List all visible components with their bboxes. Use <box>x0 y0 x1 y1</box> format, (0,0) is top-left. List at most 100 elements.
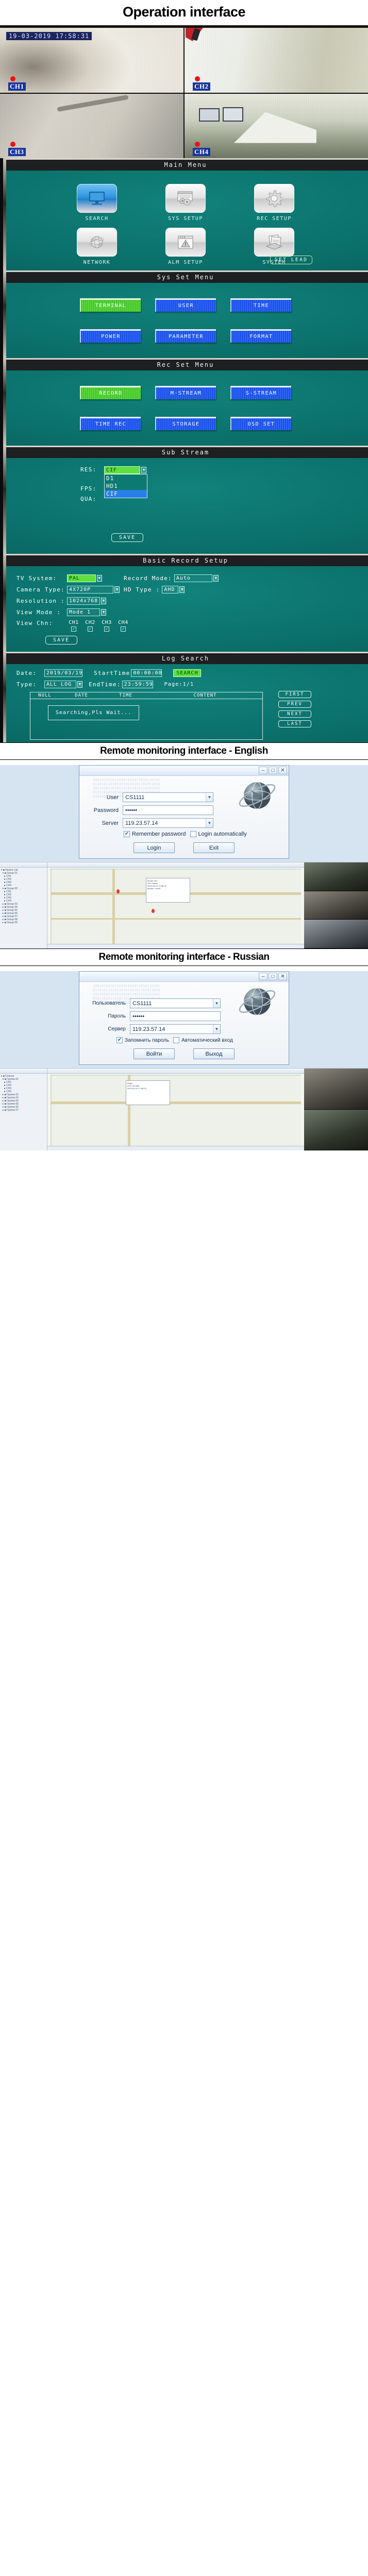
server-input-en[interactable]: 119.23.57.14 ▼ <box>123 818 213 828</box>
map-canvas-ru[interactable]: Инфо CH1 Онлайн 2019-03-19 17:58:31 <box>51 1075 301 1148</box>
main-menu-item-sys-setup[interactable]: SYS SETUP <box>156 184 215 222</box>
rec-button-osd-set[interactable]: OSD SET <box>230 417 291 430</box>
rec-button-m-stream[interactable]: M-STREAM <box>155 386 216 399</box>
chevron-down-icon[interactable]: ▼ <box>97 575 102 582</box>
exit-button-en[interactable]: Exit <box>193 842 235 853</box>
dropdown-option-cif[interactable]: CIF <box>105 490 147 498</box>
chevron-down-icon[interactable]: ▼ <box>206 819 213 827</box>
rec-button-time-rec[interactable]: TIME REC <box>80 417 141 430</box>
camera-pane-ch2[interactable]: CH2 <box>185 28 368 93</box>
set-lead-button[interactable]: SET LEAD <box>270 256 312 264</box>
chevron-down-icon[interactable]: ▼ <box>141 467 146 473</box>
log-endtime-value[interactable]: 23:59:59 <box>122 681 153 688</box>
log-search-button[interactable]: SEARCH <box>173 669 202 677</box>
remember-password-checkbox-en[interactable]: ✔ <box>124 831 130 837</box>
video-tile[interactable] <box>304 1069 368 1110</box>
tree-toolbar-en[interactable] <box>0 862 47 868</box>
password-input-ru[interactable]: •••••• <box>130 1011 221 1021</box>
view-chn-ch1-checkbox[interactable]: ✓ <box>71 626 76 632</box>
chevron-down-icon[interactable]: ▼ <box>101 598 106 604</box>
chevron-down-icon[interactable]: ▼ <box>114 586 120 593</box>
close-icon[interactable]: ✕ <box>278 973 287 980</box>
maximize-icon[interactable]: □ <box>269 973 277 980</box>
sys-button-parameter[interactable]: PARAMETER <box>155 329 216 343</box>
chevron-down-icon[interactable]: ▼ <box>101 609 106 616</box>
auto-login-option-ru[interactable]: Автоматический вход <box>173 1037 233 1043</box>
password-input-en[interactable]: •••••• <box>123 805 213 815</box>
log-nav-last[interactable]: LAST <box>278 720 311 727</box>
log-nav-prev[interactable]: PREV <box>278 701 311 708</box>
map-canvas-en[interactable]: Device Info CH1 Online 2019-03-19 17:58:31… <box>51 869 301 946</box>
map-toolbar-ru[interactable] <box>47 1069 304 1074</box>
main-menu-item-network[interactable]: NETWORK <box>67 228 127 265</box>
video-preview-panel-ru[interactable] <box>304 1069 368 1150</box>
sys-button-time[interactable]: TIME <box>230 298 291 312</box>
view-chn-ch4-checkbox[interactable]: ✓ <box>121 626 126 632</box>
log-nav-first[interactable]: FIRST <box>278 691 311 698</box>
close-icon[interactable]: ✕ <box>278 767 287 774</box>
sub-stream-res-value[interactable]: CIF <box>104 466 140 474</box>
chevron-down-icon[interactable]: ▼ <box>213 1025 220 1033</box>
device-tree-panel-ru[interactable]: ▾ ■ Список ▾ ■ Группа 01 ● CH1 ● CH2 ● C… <box>0 1069 47 1150</box>
video-tile[interactable] <box>304 862 368 891</box>
dropdown-option-hd1[interactable]: HD1 <box>105 482 147 490</box>
record-mode-value[interactable]: Auto <box>174 574 212 582</box>
camera-type-value[interactable]: 4X720P <box>67 586 113 594</box>
minimize-icon[interactable]: – <box>259 973 267 980</box>
log-date-value[interactable]: 2019/03/19 <box>44 669 82 677</box>
map-panel-en[interactable]: Device Info CH1 Online 2019-03-19 17:58:31… <box>47 862 304 948</box>
rec-button-record[interactable]: RECORD <box>80 386 141 399</box>
sub-stream-res-dropdown[interactable]: D1 HD1 CIF <box>104 474 147 498</box>
video-tile[interactable] <box>304 891 368 920</box>
login-button-ru[interactable]: Войти <box>133 1048 175 1059</box>
sys-button-power[interactable]: POWER <box>80 329 141 343</box>
map-info-balloon-ru[interactable]: Инфо CH1 Онлайн 2019-03-19 17:58:31 <box>125 1080 170 1106</box>
dropdown-option-d1[interactable]: D1 <box>105 474 147 482</box>
map-toolbar-en[interactable] <box>47 862 304 868</box>
log-starttime-value[interactable]: 00:00:00 <box>131 669 162 677</box>
tv-system-value[interactable]: PAL <box>67 574 96 582</box>
camera-pane-ch4[interactable]: CH4 <box>185 93 368 158</box>
map-info-balloon-en[interactable]: Device Info CH1 Online 2019-03-19 17:58:31… <box>145 878 190 903</box>
remember-password-option-ru[interactable]: ✔ Запомнить пароль <box>116 1037 169 1043</box>
hd-type-value[interactable]: AHD <box>162 586 179 594</box>
exit-button-ru[interactable]: Выход <box>193 1048 235 1059</box>
sys-button-user[interactable]: USER <box>155 298 216 312</box>
view-mode-value[interactable]: Mode 1 <box>67 608 100 616</box>
chevron-down-icon[interactable]: ▼ <box>77 681 82 688</box>
sys-button-terminal[interactable]: TERMINAL <box>80 298 141 312</box>
main-menu-item-alm-setup[interactable]: ALM SETUP <box>156 228 215 265</box>
basic-record-save-button[interactable]: SAVE <box>45 636 77 645</box>
main-menu-item-rec-setup[interactable]: REC SETUP <box>244 184 304 222</box>
log-type-value[interactable]: ALL LOG <box>44 681 76 688</box>
rec-button-s-stream[interactable]: S-STREAM <box>230 386 291 399</box>
remember-password-checkbox-ru[interactable]: ✔ <box>116 1037 123 1043</box>
auto-login-option-en[interactable]: Login automatically <box>190 831 247 837</box>
device-tree-panel-en[interactable]: ▾ ■ Device List ▾ ■ Group 01 ● CH1 ● CH2… <box>0 862 47 948</box>
chevron-down-icon[interactable]: ▼ <box>213 575 219 582</box>
chevron-down-icon[interactable]: ▼ <box>179 586 185 593</box>
chevron-down-icon[interactable]: ▼ <box>206 793 213 802</box>
user-input-ru[interactable]: CS1111 ▼ <box>130 998 221 1008</box>
video-tile[interactable] <box>304 1109 368 1150</box>
login-button-en[interactable]: Login <box>133 842 175 853</box>
resolution-value[interactable]: 1024x768 <box>67 597 100 605</box>
tree-toolbar-ru[interactable] <box>0 1069 47 1074</box>
server-input-ru[interactable]: 119.23.57.14 ▼ <box>130 1024 221 1034</box>
video-tile[interactable] <box>304 920 368 948</box>
main-menu-item-search[interactable]: SEARCH <box>67 184 127 222</box>
video-preview-panel-en[interactable] <box>304 862 368 948</box>
log-nav-next[interactable]: NEXT <box>278 710 311 718</box>
sys-button-format[interactable]: FORMAT <box>230 329 291 343</box>
auto-login-checkbox-ru[interactable] <box>173 1037 180 1043</box>
device-tree-ru[interactable]: ▾ ■ Список ▾ ■ Группа 01 ● CH1 ● CH2 ● C… <box>0 1074 47 1113</box>
map-marker-pin[interactable] <box>116 889 120 893</box>
view-chn-ch2-checkbox[interactable]: ✓ <box>88 626 93 632</box>
map-marker-pin[interactable] <box>152 909 155 913</box>
map-panel-ru[interactable]: Инфо CH1 Онлайн 2019-03-19 17:58:31 <box>47 1069 304 1150</box>
remember-password-option-en[interactable]: ✔ Remember password <box>124 831 186 837</box>
chevron-down-icon[interactable]: ▼ <box>213 999 220 1008</box>
device-tree-en[interactable]: ▾ ■ Device List ▾ ■ Group 01 ● CH1 ● CH2… <box>0 868 47 925</box>
user-input-en[interactable]: CS1111 ▼ <box>123 792 213 802</box>
maximize-icon[interactable]: □ <box>269 767 277 774</box>
